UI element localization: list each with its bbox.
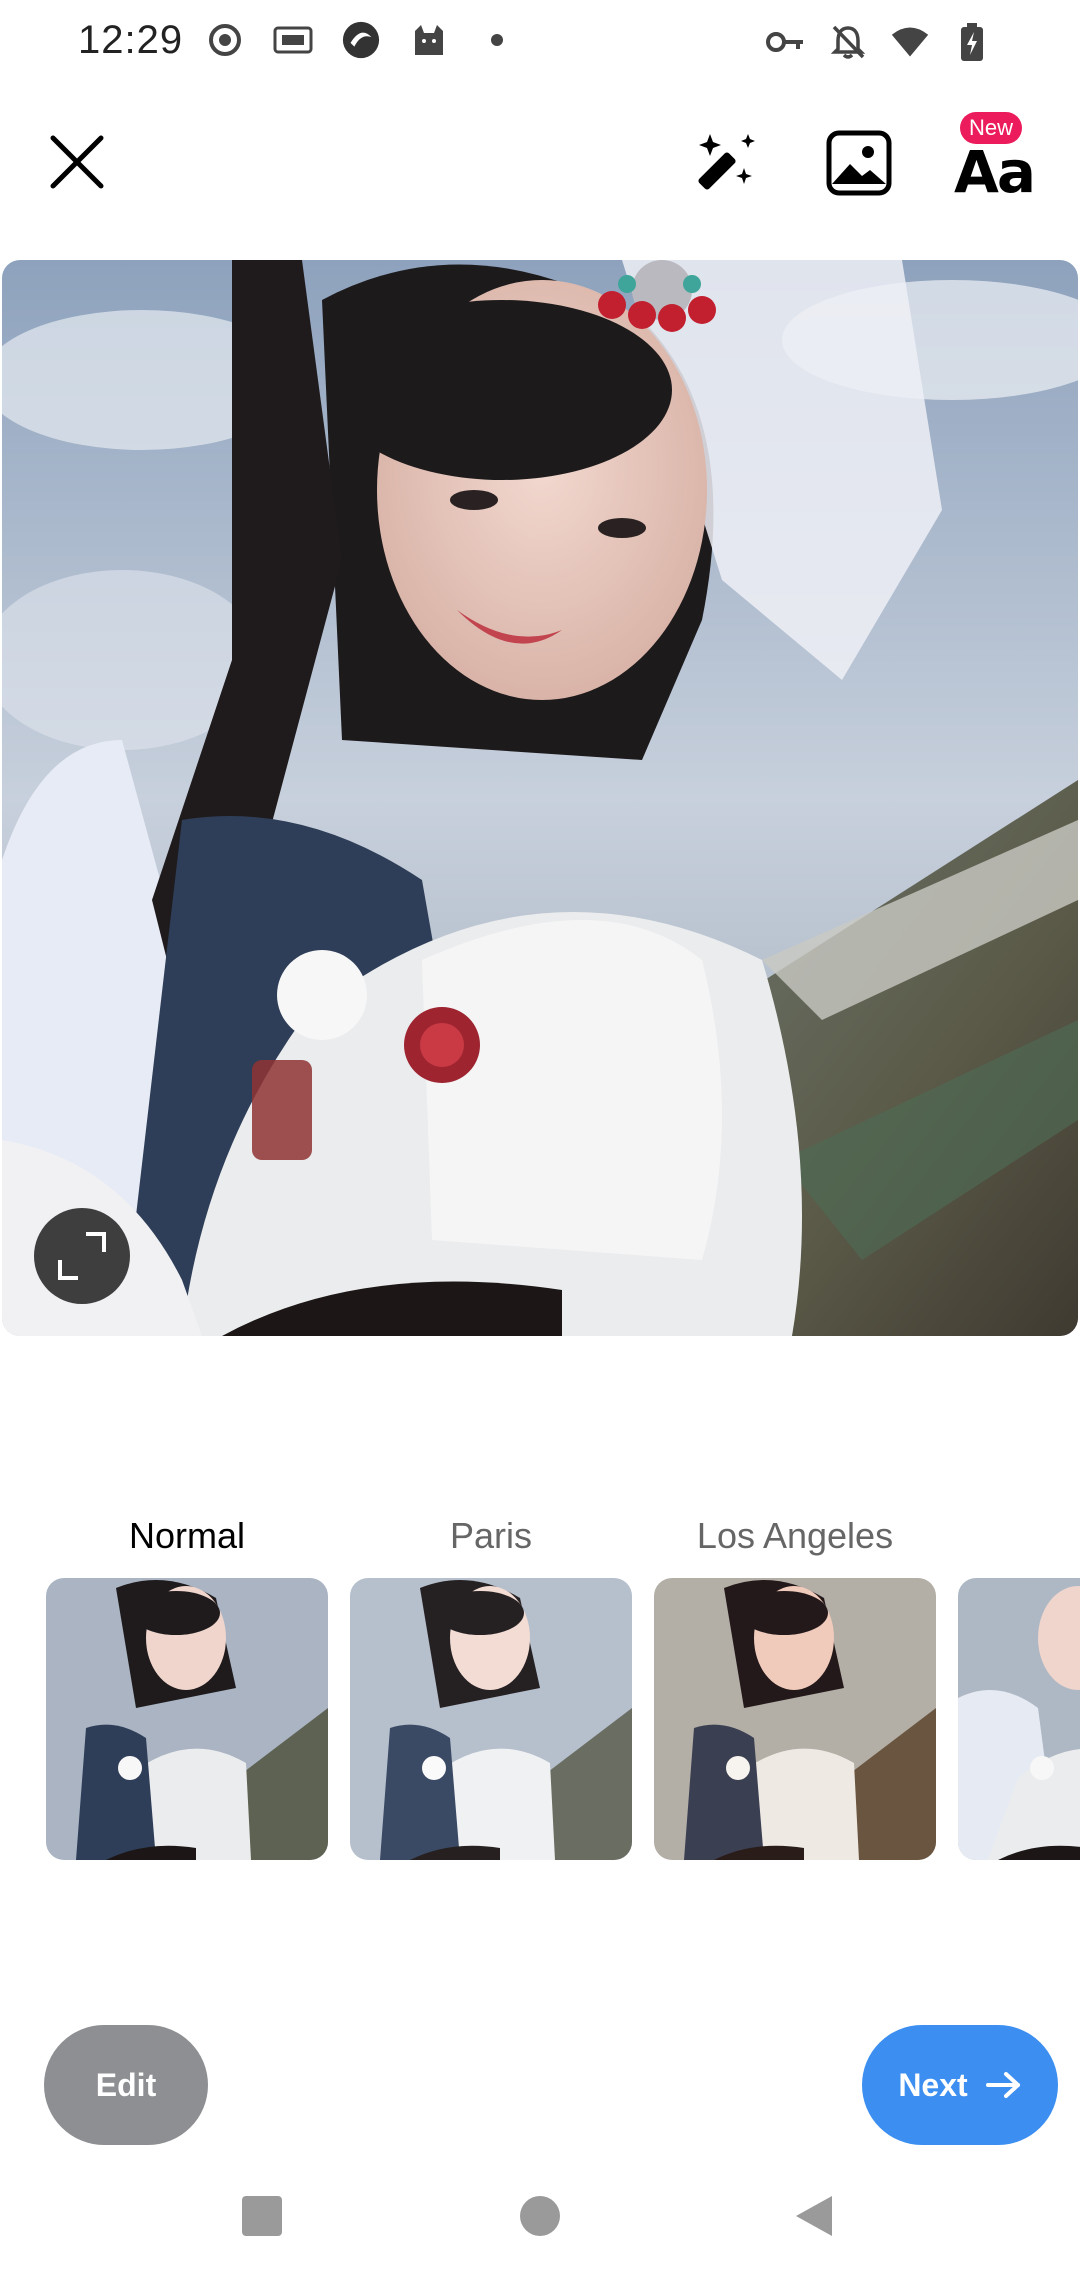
filter-thumb-paris[interactable] bbox=[350, 1578, 632, 1860]
magic-enhance-button[interactable] bbox=[690, 128, 760, 198]
filter-thumb-los-angeles[interactable] bbox=[654, 1578, 936, 1860]
new-badge: New bbox=[960, 112, 1023, 144]
filter-strip bbox=[0, 1578, 1080, 1860]
photo-image bbox=[2, 260, 1078, 1336]
thumb-image bbox=[46, 1578, 328, 1860]
status-bar: 12:29 bbox=[0, 0, 1080, 90]
back-button[interactable] bbox=[792, 2192, 836, 2245]
status-left-icons bbox=[205, 20, 517, 60]
iqiyi-icon bbox=[273, 20, 313, 60]
system-nav-bar bbox=[0, 2180, 1080, 2280]
next-button-label: Next bbox=[898, 2066, 968, 2103]
thumb-image bbox=[350, 1578, 632, 1860]
close-icon bbox=[50, 135, 104, 189]
battery-charging-icon bbox=[952, 22, 992, 62]
arrow-right-icon bbox=[985, 2072, 1020, 2098]
expand-icon bbox=[58, 1232, 106, 1280]
filter-label-next[interactable]: F bbox=[958, 1515, 1080, 1557]
app-icon bbox=[341, 20, 381, 60]
text-tool-label: Aa bbox=[954, 138, 1036, 206]
thumb-image bbox=[958, 1578, 1080, 1860]
text-tool-button[interactable]: Aa New bbox=[950, 112, 1036, 206]
expand-button[interactable] bbox=[34, 1208, 130, 1304]
edit-button[interactable]: Edit bbox=[44, 2025, 208, 2145]
status-right-icons bbox=[766, 22, 992, 62]
thumb-image bbox=[654, 1578, 936, 1860]
recents-button[interactable] bbox=[240, 2194, 284, 2243]
edit-button-label: Edit bbox=[95, 2066, 157, 2103]
home-icon bbox=[520, 2196, 560, 2236]
filter-thumb-next[interactable] bbox=[958, 1578, 1080, 1860]
record-icon bbox=[205, 20, 245, 60]
back-icon bbox=[796, 2196, 832, 2236]
filter-label-paris[interactable]: Paris bbox=[350, 1515, 632, 1557]
status-time: 12:29 bbox=[78, 18, 184, 62]
add-image-button[interactable] bbox=[824, 128, 894, 198]
recents-icon bbox=[242, 2196, 282, 2236]
wifi-icon bbox=[890, 22, 930, 62]
filter-label-normal[interactable]: Normal bbox=[46, 1515, 328, 1557]
next-button[interactable]: Next bbox=[862, 2025, 1058, 2145]
magic-wand-icon bbox=[698, 134, 755, 190]
editor-top-bar: Aa New bbox=[0, 110, 1080, 210]
image-icon bbox=[826, 130, 892, 196]
close-button[interactable] bbox=[45, 130, 109, 194]
bell-off-icon bbox=[828, 22, 868, 62]
photo-preview[interactable] bbox=[2, 260, 1078, 1336]
vpn-key-icon bbox=[766, 22, 806, 62]
filter-labels: Normal Paris Los Angeles F bbox=[0, 1515, 1080, 1565]
filter-label-los-angeles[interactable]: Los Angeles bbox=[654, 1515, 936, 1557]
cat-icon bbox=[409, 20, 449, 60]
filter-thumb-normal[interactable] bbox=[46, 1578, 328, 1860]
dot-icon bbox=[477, 20, 517, 60]
home-button[interactable] bbox=[518, 2194, 562, 2243]
